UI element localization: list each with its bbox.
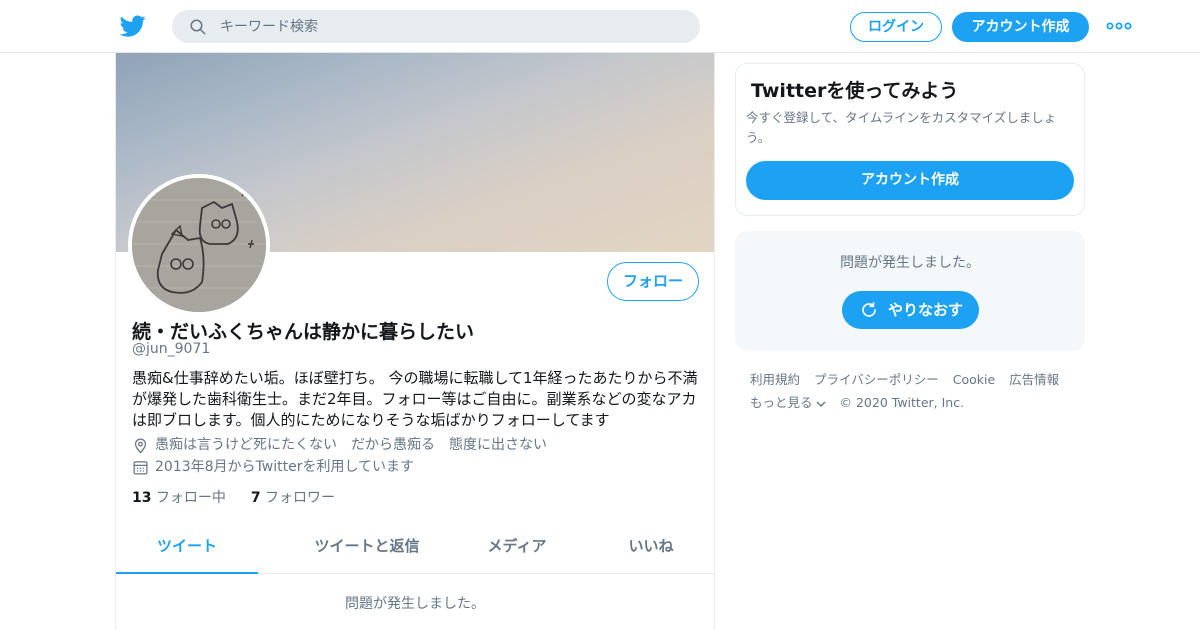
follow-button[interactable]: フォロー xyxy=(607,262,699,301)
location-text: 愚痴は言うけど死にたくない だから愚痴る 態度に出さない xyxy=(155,437,547,453)
tab-tweets-replies[interactable]: ツイートと返信 xyxy=(276,523,458,574)
more-dots-icon[interactable] xyxy=(1106,19,1132,33)
tab-likes[interactable]: いいね xyxy=(606,523,696,574)
footer-link-cookie[interactable]: Cookie xyxy=(953,372,995,387)
search-bar[interactable] xyxy=(172,10,700,43)
login-button[interactable]: ログイン xyxy=(850,12,942,42)
refresh-icon xyxy=(862,302,876,317)
location-pin-icon xyxy=(134,438,147,454)
profile-column: フォロー 続・だいふくちゃんは静かに暮らしたい @jun_9071 愚痴&仕事辞… xyxy=(115,53,715,630)
profile-bio: 愚痴&仕事辞めたい垢。ほぼ壁打ち。 今の職場に転職して1年経ったあたりから不満が… xyxy=(132,369,698,429)
timeline-error-message: 問題が発生しました。 xyxy=(345,596,485,612)
following-count: 13 xyxy=(132,490,152,506)
sidebar-error-message: 問題が発生しました。 xyxy=(840,255,980,271)
footer-more-label: もっと見る xyxy=(750,395,813,410)
tab-media[interactable]: メディア xyxy=(466,523,568,574)
signup-button[interactable]: アカウント作成 xyxy=(952,12,1089,42)
sidebar-error-card: 問題が発生しました。 やりなおす xyxy=(735,231,1085,351)
signup-card-description: 今すぐ登録して、タイムラインをカスタマイズしましょう。 xyxy=(746,110,1057,145)
tab-tweets[interactable]: ツイート xyxy=(116,523,258,574)
following-label: フォロー中 xyxy=(155,490,226,506)
twitter-bird-icon[interactable] xyxy=(120,13,146,39)
search-icon xyxy=(190,19,206,35)
calendar-icon xyxy=(133,461,148,475)
footer-link-privacy[interactable]: プライバシーポリシー xyxy=(814,372,939,387)
signup-card-title: Twitterを使ってみよう xyxy=(751,80,959,102)
following-stat[interactable]: 13 フォロー中 xyxy=(132,490,226,506)
retry-label: やりなおす xyxy=(888,301,964,319)
signup-card: Twitterを使ってみよう 今すぐ登録して、タイムラインをカスタマイズしましょ… xyxy=(735,63,1085,216)
followers-stat[interactable]: 7 フォロワー xyxy=(251,490,335,506)
profile-tabs: ツイート ツイートと返信 メディア いいね xyxy=(116,523,714,574)
signup-card-button[interactable]: アカウント作成 xyxy=(746,161,1074,200)
top-bar: ログイン アカウント作成 xyxy=(0,0,1200,53)
footer-links: 利用規約 プライバシーポリシー Cookie 広告情報 もっと見る © 2020… xyxy=(750,368,1080,414)
followers-count: 7 xyxy=(250,490,261,506)
copyright-text: © 2020 Twitter, Inc. xyxy=(839,395,965,410)
footer-more-link[interactable]: もっと見る xyxy=(750,395,826,410)
profile-handle[interactable]: @jun_9071 xyxy=(132,341,210,357)
profile-avatar[interactable] xyxy=(128,174,270,316)
followers-label: フォロワー xyxy=(265,490,336,506)
footer-link-terms[interactable]: 利用規約 xyxy=(750,372,800,387)
avatar-doodle xyxy=(132,178,266,312)
profile-name: 続・だいふくちゃんは静かに暮らしたい xyxy=(132,321,475,343)
profile-stats: 13 フォロー中 7 フォロワー xyxy=(132,487,335,507)
footer-link-ads[interactable]: 広告情報 xyxy=(1009,372,1059,387)
retry-button[interactable]: やりなおす xyxy=(842,291,979,329)
joined-text: 2013年8月からTwitterを利用しています xyxy=(155,459,415,475)
chevron-down-icon xyxy=(815,400,826,407)
search-input[interactable] xyxy=(220,10,680,43)
